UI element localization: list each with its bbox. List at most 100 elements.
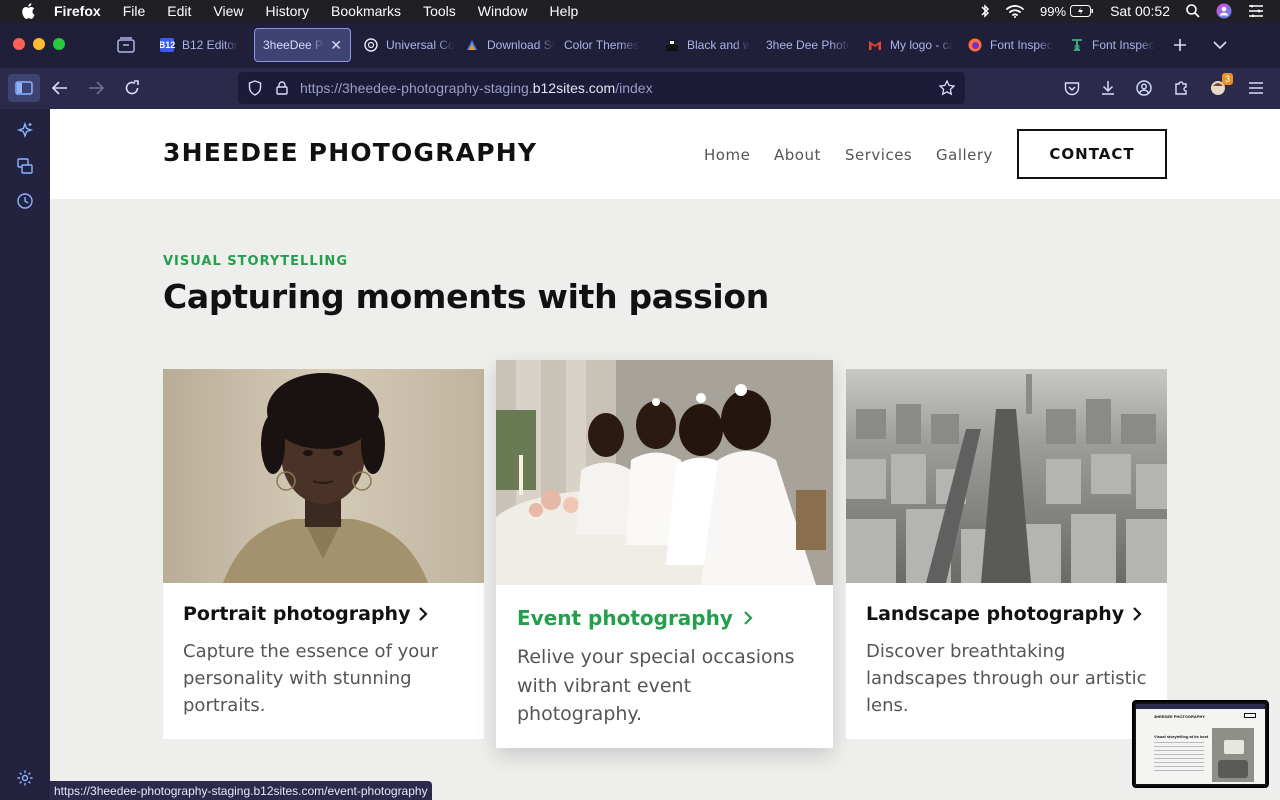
bluetooth-icon[interactable] xyxy=(980,3,990,19)
menu-help[interactable]: Help xyxy=(550,3,579,19)
macos-menu-bar: Firefox File Edit View History Bookmarks… xyxy=(0,0,1280,22)
section-headline: Capturing moments with passion xyxy=(163,277,769,316)
clock[interactable]: Sat 00:52 xyxy=(1110,3,1170,19)
web-page: 3HEEDEE PHOTOGRAPHY Home About Services … xyxy=(50,109,1280,800)
card-title-landscape[interactable]: Landscape photography xyxy=(866,603,1142,625)
tracking-protection-shield-icon[interactable] xyxy=(246,79,264,97)
url-text: https://3heedee-photography-staging.b12s… xyxy=(300,80,653,96)
list-all-tabs-chevron-icon[interactable] xyxy=(1211,36,1229,54)
siri-icon[interactable] xyxy=(1216,3,1232,19)
font-icon xyxy=(1070,38,1084,52)
menu-edit[interactable]: Edit xyxy=(167,3,191,19)
url-prefix: https://3heedee-photography-staging. xyxy=(300,80,533,96)
b12-icon: B12 xyxy=(160,38,176,52)
reload-icon[interactable] xyxy=(122,79,142,97)
download-icon xyxy=(465,38,479,52)
tab-download-studio[interactable]: Download Studio xyxy=(465,28,555,62)
portrait-photo xyxy=(163,369,484,583)
contact-button[interactable]: CONTACT xyxy=(1017,129,1167,179)
url-host: b12sites.com xyxy=(532,80,616,96)
landscape-photo xyxy=(846,369,1167,583)
menu-window[interactable]: Window xyxy=(478,3,528,19)
preview-image xyxy=(1212,728,1254,782)
nav-link-services[interactable]: Services xyxy=(845,146,912,164)
openai-icon xyxy=(364,38,378,52)
tab-3hee-dee-photography[interactable]: 3hee Dee Photography xyxy=(766,28,851,62)
ai-sparkle-icon[interactable] xyxy=(16,121,34,140)
tab-groups-icon[interactable] xyxy=(116,36,136,54)
browser-tab-bar: B12 B12 Editor 3heeDee Photography ✕ Uni… xyxy=(0,22,1280,68)
bookmark-star-icon[interactable] xyxy=(938,79,956,97)
sidebar-settings-gear-icon[interactable] xyxy=(16,769,34,787)
preview-body-text xyxy=(1154,742,1204,772)
apple-icon[interactable] xyxy=(21,3,35,19)
account-icon[interactable] xyxy=(1134,79,1154,97)
nav-link-home[interactable]: Home xyxy=(704,146,750,164)
card-title-text: Landscape photography xyxy=(866,603,1125,625)
new-tab-plus-icon[interactable] xyxy=(1171,36,1189,54)
chevron-right-icon xyxy=(418,606,429,622)
tab-my-logo[interactable]: My logo - canva xyxy=(868,28,953,62)
service-card-event[interactable]: Event photography Relive your special oc… xyxy=(496,360,833,748)
back-arrow-icon[interactable] xyxy=(50,79,70,97)
menu-history[interactable]: History xyxy=(265,3,309,19)
lock-icon[interactable] xyxy=(274,79,290,97)
status-bar-link-url: https://3heedee-photography-staging.b12s… xyxy=(50,781,432,800)
tab-color-themes[interactable]: Color Themes xyxy=(564,28,654,62)
preview-heading: Visual storytelling at its best xyxy=(1154,734,1209,739)
extensions-puzzle-icon[interactable] xyxy=(1171,79,1191,97)
card-title-portrait[interactable]: Portrait photography xyxy=(183,603,429,625)
tab-universal-converter[interactable]: Universal Converter xyxy=(364,28,454,62)
extension-badge-count: 3 xyxy=(1221,73,1233,85)
site-header: 3HEEDEE PHOTOGRAPHY Home About Services … xyxy=(50,109,1280,199)
firefox-icon xyxy=(968,38,982,52)
chevron-right-icon xyxy=(1132,606,1142,622)
app-menu-hamburger-icon[interactable] xyxy=(1246,79,1266,97)
service-card-portrait[interactable]: Portrait photography Capture the essence… xyxy=(163,369,484,739)
menu-file[interactable]: File xyxy=(123,3,146,19)
menu-app-name[interactable]: Firefox xyxy=(54,3,101,19)
wifi-icon[interactable] xyxy=(1006,4,1024,18)
downloads-icon[interactable] xyxy=(1098,79,1118,97)
forward-arrow-icon[interactable] xyxy=(86,79,106,97)
gmail-icon xyxy=(868,38,882,52)
menu-tools[interactable]: Tools xyxy=(423,3,456,19)
fullscreen-window-button[interactable] xyxy=(53,38,65,50)
card-title-text: Portrait photography xyxy=(183,603,411,625)
tab-black-and-white[interactable]: Black and white xyxy=(665,28,750,62)
synced-tabs-icon[interactable] xyxy=(16,157,34,175)
bw-icon xyxy=(665,38,679,52)
preview-page: 3HEEDEE PHOTOGRAPHY Visual storytelling … xyxy=(1136,704,1265,784)
menu-view[interactable]: View xyxy=(213,3,243,19)
chevron-right-icon xyxy=(743,610,753,626)
tab-3heedee-photography[interactable]: 3heeDee Photography ✕ xyxy=(254,28,351,62)
tab-font-inspector-2[interactable]: Font Inspector xyxy=(1070,28,1155,62)
nav-link-about[interactable]: About xyxy=(774,146,821,164)
pocket-icon[interactable] xyxy=(1062,79,1082,97)
card-desc-event: Relive your special occasions with vibra… xyxy=(517,646,795,725)
close-window-button[interactable] xyxy=(13,38,25,50)
window-preview-thumbnail[interactable]: 3HEEDEE PHOTOGRAPHY Visual storytelling … xyxy=(1132,700,1269,788)
minimize-window-button[interactable] xyxy=(33,38,45,50)
url-bar[interactable]: https://3heedee-photography-staging.b12s… xyxy=(238,72,965,104)
service-card-landscape[interactable]: Landscape photography Discover breathtak… xyxy=(846,369,1167,739)
browser-toolbar: https://3heedee-photography-staging.b12s… xyxy=(0,68,1280,109)
card-title-event[interactable]: Event photography xyxy=(517,606,753,630)
extension-badge-icon[interactable]: 3 xyxy=(1207,73,1233,98)
site-logo[interactable]: 3HEEDEE PHOTOGRAPHY xyxy=(163,138,537,167)
menu-bookmarks[interactable]: Bookmarks xyxy=(331,3,401,19)
nav-link-gallery[interactable]: Gallery xyxy=(936,146,993,164)
close-tab-icon[interactable]: ✕ xyxy=(330,37,342,54)
spotlight-search-icon[interactable] xyxy=(1186,4,1200,18)
event-photo xyxy=(496,360,833,585)
control-center-icon[interactable] xyxy=(1248,5,1264,17)
browser-sidebar xyxy=(0,109,50,800)
battery-icon[interactable] xyxy=(1070,5,1094,17)
battery-percent: 99% xyxy=(1040,3,1067,19)
tab-font-inspector-1[interactable]: Font Inspector xyxy=(968,28,1053,62)
card-title-text: Event photography xyxy=(517,606,733,630)
history-clock-icon[interactable] xyxy=(16,192,34,210)
sidebar-toggle-icon[interactable] xyxy=(8,74,40,102)
tab-b12-editor[interactable]: B12 B12 Editor xyxy=(160,28,248,62)
card-desc-landscape: Discover breathtaking landscapes through… xyxy=(866,641,1147,716)
